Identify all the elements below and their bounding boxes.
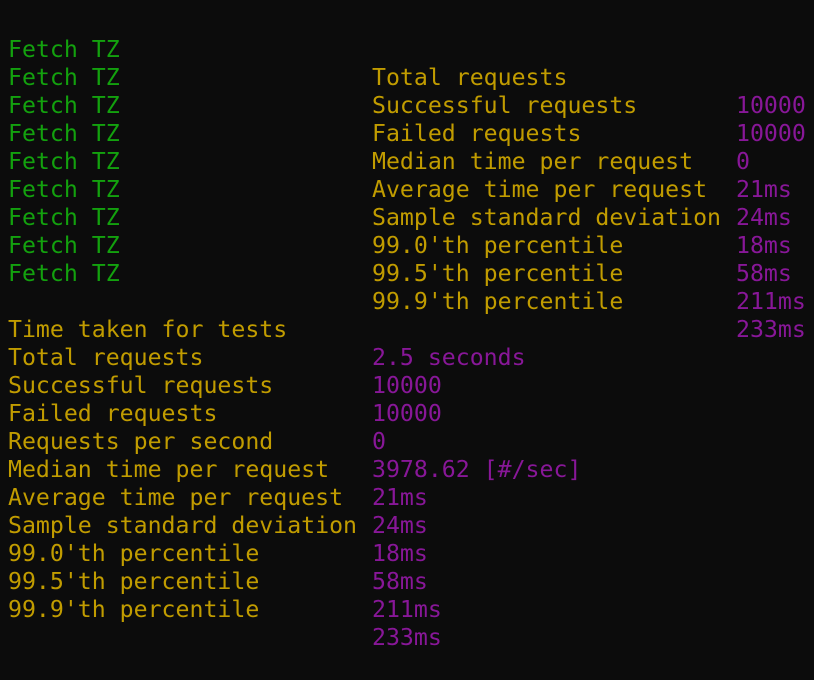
summary-row: Failed requests 0 xyxy=(0,372,814,455)
summary-row: Total requests 10000 xyxy=(0,316,814,399)
per-test-row: Fetch TZ Median time per request 21ms xyxy=(0,92,814,203)
terminal-output: Fetch TZ Total requests 10000 Fetch TZ S… xyxy=(0,0,814,651)
per-test-row: Fetch TZ Average time per request 24ms xyxy=(0,120,814,231)
per-test-row: Fetch TZ 99.5'th percentile 211ms xyxy=(0,204,814,315)
per-test-stats: Fetch TZ Total requests 10000 Fetch TZ S… xyxy=(0,8,814,343)
summary-row: 99.0'th percentile 58ms xyxy=(0,512,814,595)
test-name: Fetch TZ xyxy=(8,260,120,287)
summary-row: Successful requests 10000 xyxy=(0,344,814,427)
per-test-row: Fetch TZ Total requests 10000 xyxy=(0,8,814,119)
summary-row: Time taken for tests 2.5 seconds xyxy=(0,288,814,371)
per-test-row: Fetch TZ 99.9'th percentile 233ms xyxy=(0,232,814,343)
per-test-row: Fetch TZ Successful requests 10000 xyxy=(0,36,814,147)
summary-row: Requests per second 3978.62 [#/sec] xyxy=(0,400,814,483)
summary-row: Median time per request 21ms xyxy=(0,428,814,511)
summary-row: 99.9'th percentile 233ms xyxy=(0,568,814,651)
per-test-row: Fetch TZ Failed requests 0 xyxy=(0,64,814,175)
per-test-row: Fetch TZ Sample standard deviation 18ms xyxy=(0,148,814,259)
summary-value: 233ms xyxy=(372,624,442,651)
stat-value: 58ms xyxy=(736,260,792,287)
summary-stats: Time taken for tests 2.5 seconds Total r… xyxy=(0,288,814,651)
per-test-row: Fetch TZ 99.0'th percentile 58ms xyxy=(0,176,814,287)
stat-label: 99.5'th percentile xyxy=(372,260,624,287)
summary-row: 99.5'th percentile 211ms xyxy=(0,540,814,623)
summary-row: Average time per request 24ms xyxy=(0,456,814,539)
summary-label: 99.9'th percentile xyxy=(8,596,260,623)
summary-row: Sample standard deviation 18ms xyxy=(0,484,814,567)
summary-value: 211ms xyxy=(372,596,442,623)
